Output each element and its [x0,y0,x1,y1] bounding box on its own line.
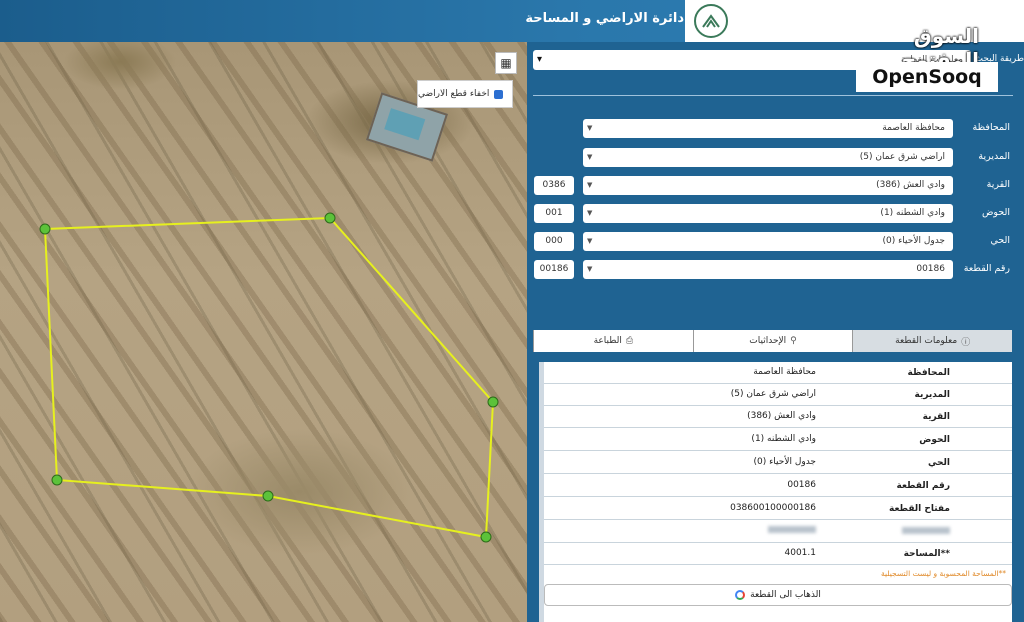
parcel-select[interactable]: 00186 ▼ [583,260,953,279]
village-label: القرية [986,179,1010,190]
chevron-down-icon: ▼ [587,265,593,273]
info-icon: ⓘ [961,337,971,348]
area-note: **المساحة المحسوبة و ليست التسجيلية [880,569,1006,578]
chevron-down-icon: ▼ [587,209,593,217]
governorate-select[interactable]: محافظة العاصمة ▼ [583,119,953,138]
tab-coordinates[interactable]: ⚲ الإحداثيات [692,330,853,352]
logo [685,0,737,42]
table-row: الحي جدول الأحياء (0) [544,452,1012,474]
logo-emblem-icon [694,4,728,38]
form-row-district: 000 جدول الأحياء (0) ▼ الحي [527,232,1024,252]
parcel-vertex[interactable] [262,490,274,502]
grid-icon[interactable]: ▦ [495,52,517,74]
basin-code-input[interactable]: 001 [534,204,574,223]
table-row: الحوض وادي الشطنه (1) [544,429,1012,451]
basin-label: الحوض [981,207,1010,218]
hide-parcels-toggle[interactable]: اخفاء قطع الاراضي [417,80,513,108]
opensooq-watermark: السوق المفتوح OpenSooq [848,24,1003,94]
parcel-info-table: المحافظة محافظة العاصمة المديرية اراضي ش… [539,362,1012,622]
table-row: المحافظة محافظة العاصمة [544,362,1012,384]
tab-print[interactable]: ⎙ الطباعة [533,330,693,352]
chevron-down-icon: ▼ [587,124,593,132]
redacted-key [902,527,950,537]
form-row-governorate: محافظة العاصمة ▼ المحافظة [527,119,1024,139]
directorate-label: المديرية [978,151,1010,162]
village-code-input[interactable]: 0386 [534,176,574,195]
parcel-vertex[interactable] [51,474,63,486]
hide-parcels-checkbox[interactable] [494,89,504,99]
table-row: **المساحة 4001.1 [544,543,1012,565]
redacted-value [768,526,816,536]
form-row-parcel: 00186 00186 ▼ رقم القطعة [527,260,1024,280]
info-tabs: ⎙ الطباعة ⚲ الإحداثيات ⓘ معلومات القطعة [533,330,1013,352]
divider [533,95,1013,96]
chevron-down-icon: ▼ [587,153,593,161]
satellite-map[interactable]: ▦ اخفاء قطع الاراضي [0,42,527,622]
parcel-code-input[interactable]: 00186 [534,260,574,279]
district-select[interactable]: جدول الأحياء (0) ▼ [583,232,953,251]
parcel-label: رقم القطعة [963,263,1010,274]
district-code-input[interactable]: 000 [534,232,574,251]
google-icon [735,590,746,600]
basin-select[interactable]: وادي الشطنه (1) ▼ [583,204,953,223]
chevron-down-icon: ▼ [587,237,593,245]
table-row: القرية وادي العش (386) [544,406,1012,428]
district-label: الحي [990,235,1010,246]
header-title: دائرة الاراضي و المساحة [525,11,684,26]
village-select[interactable]: وادي العش (386) ▼ [583,176,953,195]
go-to-parcel-button[interactable]: الذهاب الى القطعة [544,584,1012,606]
parcel-boundary [39,212,499,543]
table-row: المديرية اراضي شرق عمان (5) [544,384,1012,406]
table-row-redacted [544,521,1012,543]
table-row: رقم القطعة 00186 [544,475,1012,497]
chevron-down-icon: ▾ [537,54,543,65]
parcel-vertex[interactable] [487,396,499,408]
directorate-select[interactable]: اراضي شرق عمان (5) ▼ [583,148,953,167]
tab-parcel-info[interactable]: ⓘ معلومات القطعة [852,330,1013,352]
governorate-label: المحافظة [972,122,1010,133]
chevron-down-icon: ▼ [587,181,593,189]
form-row-basin: 001 وادي الشطنه (1) ▼ الحوض [527,204,1024,224]
table-row: مفتاح القطعة 038600100000186 [544,498,1012,520]
form-row-directorate: اراضي شرق عمان (5) ▼ المديرية [527,148,1024,168]
parcel-vertex[interactable] [39,223,51,235]
search-panel: طريقة البحث معلومات القطعة ▾ محافظة العا… [527,42,1024,622]
watermark-english: OpenSooq [856,62,998,92]
printer-icon: ⎙ [625,336,634,346]
form-row-village: 0386 وادي العش (386) ▼ القرية [527,176,1024,196]
parcel-vertex[interactable] [324,212,336,224]
parcel-vertex[interactable] [480,531,492,543]
hide-parcels-label: اخفاء قطع الاراضي [418,89,490,99]
pin-icon: ⚲ [790,336,797,346]
